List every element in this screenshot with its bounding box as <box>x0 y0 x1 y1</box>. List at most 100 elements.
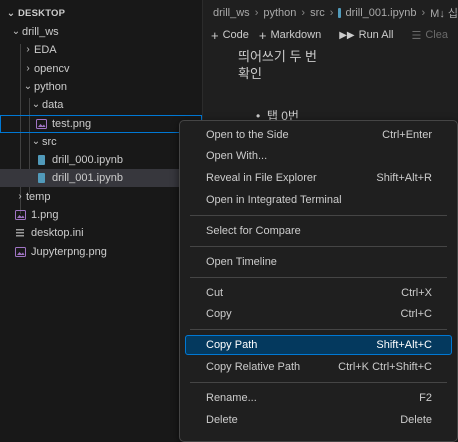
menu-item-shortcut: Ctrl+X <box>401 287 432 299</box>
menu-separator <box>190 246 447 247</box>
menu-item-label: Copy Path <box>206 339 258 351</box>
chevron-right-icon: › <box>26 63 30 74</box>
notebook-toolbar: + Code + Markdown ▶▶ Run All ☰ Clea <box>203 26 458 44</box>
plus-icon: + <box>211 27 219 43</box>
explorer-sidebar: ⌄ DESKTOP ⌄ drill_ws › EDA › opencv ⌄ py… <box>0 0 203 442</box>
tree-file-jupyterpng[interactable]: Jupyterpng.png <box>0 243 202 261</box>
menu-item-shortcut: Ctrl+C <box>400 308 432 320</box>
tree-item-label: Jupyterpng.png <box>31 246 107 258</box>
menu-item-shortcut: F2 <box>419 392 432 404</box>
menu-item-shortcut: Ctrl+K Ctrl+Shift+C <box>338 361 432 373</box>
image-file-icon <box>12 210 28 220</box>
menu-item-label: Select for Compare <box>206 225 301 237</box>
menu-item-label: Rename... <box>206 392 257 404</box>
menu-item-label: Cut <box>206 287 224 299</box>
explorer-title: DESKTOP <box>18 7 66 19</box>
chevron-down-icon: ⌄ <box>23 81 33 92</box>
context-menu: Open to the Side Ctrl+Enter Open With...… <box>179 120 458 442</box>
breadcrumb-item[interactable]: M↓ 십 <box>430 5 458 21</box>
menu-item-label: Copy Relative Path <box>206 361 301 373</box>
add-code-label: Code <box>222 29 249 41</box>
tree-folder-eda[interactable]: › EDA <box>0 41 202 59</box>
menu-item-open-with[interactable]: Open With... <box>185 146 452 166</box>
menu-item-open-in-terminal[interactable]: Open in Integrated Terminal <box>185 190 452 210</box>
breadcrumb: drill_ws › python › src › drill_001.ipyn… <box>203 0 458 26</box>
tree-item-label: drill_000.ipynb <box>52 154 123 166</box>
menu-item-label: Open With... <box>206 150 268 162</box>
chevron-right-icon: › <box>329 7 334 19</box>
menu-item-label: Open in Integrated Terminal <box>206 194 342 206</box>
tree-item-label: temp <box>26 191 51 203</box>
run-all-button[interactable]: ▶▶ Run All <box>339 29 393 41</box>
markdown-text-line: 띄어쓰기 두 번 <box>238 49 317 64</box>
markdown-text-line: 확인 <box>238 66 262 81</box>
notebook-file-icon <box>338 8 341 18</box>
add-markdown-cell-button[interactable]: + Markdown <box>259 28 321 43</box>
menu-item-label: Reveal in File Explorer <box>206 172 317 184</box>
menu-item-shortcut: Delete <box>400 414 432 426</box>
tree-folder-temp[interactable]: › temp <box>0 188 202 206</box>
chevron-right-icon: › <box>254 7 259 19</box>
notebook-file-icon <box>33 155 49 165</box>
tree-file-desktop-ini[interactable]: desktop.ini <box>0 224 202 242</box>
menu-item-open-timeline[interactable]: Open Timeline <box>185 252 452 272</box>
image-file-icon <box>12 247 28 257</box>
tree-folder-src[interactable]: ⌄ src <box>0 133 202 151</box>
run-all-label: Run All <box>358 29 394 41</box>
tree-file-test-png[interactable]: test.png <box>0 115 202 133</box>
tree-item-label: src <box>42 136 57 148</box>
tree-file-drill-001[interactable]: drill_001.ipynb <box>0 169 202 187</box>
breadcrumb-item[interactable]: drill_ws <box>213 7 250 19</box>
tree-item-label: opencv <box>34 63 70 75</box>
add-markdown-label: Markdown <box>270 29 322 41</box>
tree-folder-data[interactable]: ⌄ data <box>0 96 202 114</box>
menu-separator <box>190 329 447 330</box>
clear-outputs-button[interactable]: ☰ Clea <box>411 29 448 42</box>
tree-item-label: test.png <box>52 118 92 130</box>
chevron-right-icon: › <box>421 7 426 19</box>
tree-item-label: 1.png <box>31 209 59 221</box>
breadcrumb-item[interactable]: src <box>310 7 325 19</box>
chevron-right-icon: › <box>26 44 30 55</box>
chevron-right-icon: › <box>301 7 306 19</box>
breadcrumb-item[interactable]: drill_001.ipynb <box>346 7 417 19</box>
menu-item-rename[interactable]: Rename... F2 <box>185 388 452 408</box>
menu-item-shortcut: Ctrl+Enter <box>382 129 432 141</box>
tree-folder-opencv[interactable]: › opencv <box>0 60 202 78</box>
menu-item-reveal-in-explorer[interactable]: Reveal in File Explorer Shift+Alt+R <box>185 168 452 188</box>
menu-item-copy[interactable]: Copy Ctrl+C <box>185 304 452 324</box>
chevron-down-icon: ⌄ <box>11 26 21 37</box>
chevron-down-icon: ⌄ <box>31 99 41 110</box>
breadcrumb-item[interactable]: python <box>263 7 296 19</box>
menu-item-label: Copy <box>206 308 232 320</box>
run-all-icon: ▶▶ <box>339 29 355 41</box>
menu-item-copy-path[interactable]: Copy Path Shift+Alt+C <box>185 335 452 355</box>
tree-item-label: drill_001.ipynb <box>52 172 123 184</box>
menu-item-delete[interactable]: Delete Delete <box>185 410 452 430</box>
menu-item-shortcut: Shift+Alt+R <box>376 172 432 184</box>
add-code-cell-button[interactable]: + Code <box>211 28 249 43</box>
settings-file-icon <box>12 228 28 238</box>
chevron-down-icon: ⌄ <box>31 136 41 147</box>
menu-item-cut[interactable]: Cut Ctrl+X <box>185 283 452 303</box>
tree-item-label: python <box>34 81 68 93</box>
tree-file-1-png[interactable]: 1.png <box>0 206 202 224</box>
menu-item-shortcut: Shift+Alt+C <box>376 339 432 351</box>
menu-separator <box>190 277 447 278</box>
menu-separator <box>190 382 447 383</box>
menu-item-label: Delete <box>206 414 238 426</box>
menu-item-copy-relative-path[interactable]: Copy Relative Path Ctrl+K Ctrl+Shift+C <box>185 357 452 377</box>
plus-icon: + <box>258 27 267 43</box>
tree-folder-drill-ws[interactable]: ⌄ drill_ws <box>0 23 202 41</box>
clear-outputs-label: Clea <box>425 29 448 41</box>
tree-item-label: EDA <box>34 44 57 56</box>
menu-item-open-to-side[interactable]: Open to the Side Ctrl+Enter <box>185 125 452 145</box>
tree-file-drill-000[interactable]: drill_000.ipynb <box>0 151 202 169</box>
chevron-right-icon: › <box>18 191 22 202</box>
menu-separator <box>190 215 447 216</box>
notebook-file-icon <box>33 173 49 183</box>
tree-folder-python[interactable]: ⌄ python <box>0 78 202 96</box>
menu-item-select-for-compare[interactable]: Select for Compare <box>185 221 452 241</box>
menu-item-label: Open to the Side <box>206 129 289 141</box>
tree-item-label: data <box>42 99 64 111</box>
